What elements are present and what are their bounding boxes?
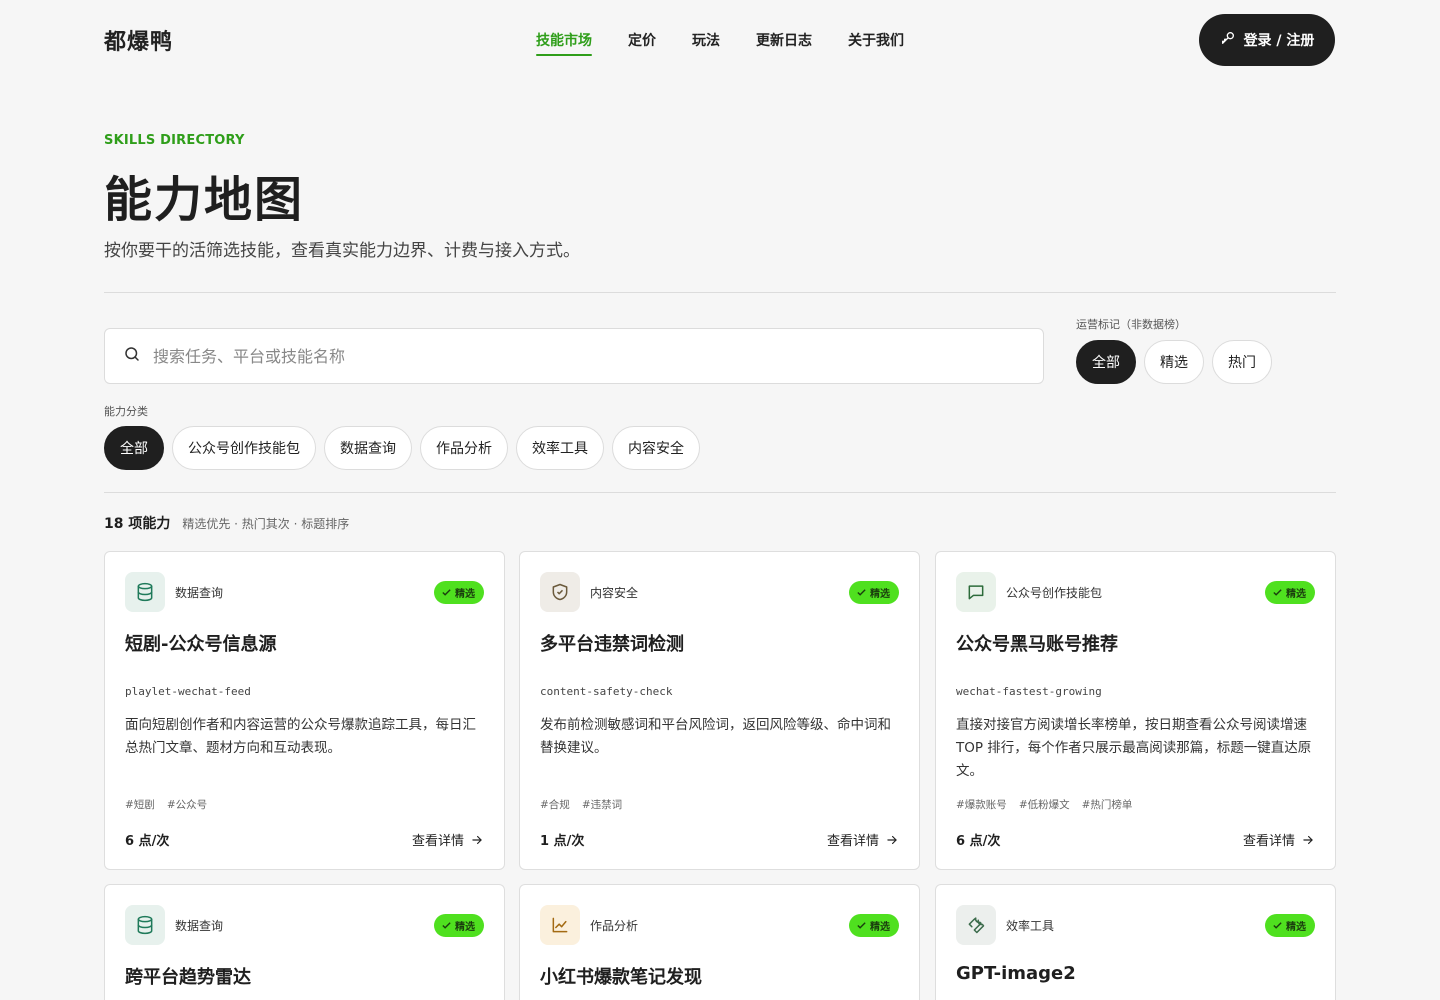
view-details-link[interactable]: 查看详情 [827,830,899,849]
card-category: 公众号创作技能包 [1006,586,1103,600]
category-filter-wechat-pack[interactable]: 公众号创作技能包 [172,426,316,470]
ops-filter-group: 全部 精选 热门 [1076,340,1272,384]
message-square-icon [956,572,996,612]
view-details-link[interactable]: 查看详情 [412,830,484,849]
ops-filter-hot[interactable]: 热门 [1212,340,1272,384]
login-register-button[interactable]: 登录 / 注册 [1199,14,1335,66]
filter-divider [104,492,1336,493]
skill-card[interactable]: 公众号创作技能包 精选 公众号黑马账号推荐 wechat-fastest-gro… [935,551,1336,870]
card-price: 6 点/次 [956,834,1001,849]
line-chart-icon [540,905,580,945]
shield-check-icon [540,572,580,612]
card-title[interactable]: 多平台违禁词检测 [540,630,684,656]
featured-badge: 精选 [1265,914,1315,937]
nav-item-gameplay[interactable]: 玩法 [692,30,720,56]
card-category: 效率工具 [1006,919,1055,933]
main-nav: 技能市场 定价 玩法 更新日志 关于我们 [536,30,904,56]
card-tags: #合规 #违禁词 [540,797,622,812]
card-category: 数据查询 [175,919,224,933]
category-filter-content-safety[interactable]: 内容安全 [612,426,700,470]
card-slug: wechat-fastest-growing [956,685,1102,698]
nav-item-pricing[interactable]: 定价 [628,30,656,56]
card-tag: #短剧 [125,799,155,811]
results-count: 18 项能力 [104,516,171,532]
hero-divider [104,292,1336,293]
arrow-right-icon [887,835,897,844]
check-icon [442,589,451,596]
check-icon [857,589,866,596]
database-icon [125,905,165,945]
section-eyebrow: SKILLS DIRECTORY [104,133,245,148]
card-category: 数据查询 [175,586,224,600]
card-slug: content-safety-check [540,685,673,698]
arrow-right-icon [472,835,482,844]
category-filter-label: 能力分类 [104,405,148,418]
category-filter-efficiency[interactable]: 效率工具 [516,426,604,470]
ops-filter-featured[interactable]: 精选 [1144,340,1204,384]
database-icon [125,572,165,612]
card-tag: #合规 [540,799,570,811]
skill-card[interactable]: 内容安全 精选 多平台违禁词检测 content-safety-check 发布… [519,551,920,870]
top-header: 都爆鸭 技能市场 定价 玩法 更新日志 关于我们 登录 / 注册 [0,0,1440,80]
card-category: 作品分析 [590,919,639,933]
nav-item-about[interactable]: 关于我们 [848,30,904,56]
featured-badge: 精选 [849,914,899,937]
key-icon [1220,30,1236,50]
check-icon [857,922,866,929]
card-title[interactable]: 小红书爆款笔记发现 [540,963,702,989]
skill-card[interactable]: 数据查询 精选 短剧-公众号信息源 playlet-wechat-feed 面向… [104,551,505,870]
check-icon [1273,922,1282,929]
card-description: 发布前检测敏感词和平台风险词，返回风险等级、命中词和替换建议。 [540,717,891,756]
category-filter-group: 全部 公众号创作技能包 数据查询 作品分析 效率工具 内容安全 [104,426,700,470]
ops-filter-all[interactable]: 全部 [1076,340,1136,384]
skill-card[interactable]: 作品分析 精选 小红书爆款笔记发现 [519,884,920,1000]
card-slug: playlet-wechat-feed [125,685,251,698]
ops-filter-label: 运营标记（非数据榜） [1076,318,1186,331]
category-filter-work-analysis[interactable]: 作品分析 [420,426,508,470]
search-icon [123,345,141,367]
card-tag: #违禁词 [581,799,623,811]
results-summary: 18 项能力 精选优先 · 热门其次 · 标题排序 [104,513,349,533]
check-icon [1273,589,1282,596]
skill-card[interactable]: 数据查询 精选 跨平台趋势雷达 [104,884,505,1000]
card-title[interactable]: GPT-image2 [956,963,1076,984]
card-tags: #短剧 #公众号 [125,797,207,812]
card-price: 1 点/次 [540,834,585,849]
card-title[interactable]: 跨平台趋势雷达 [125,963,251,989]
skill-card[interactable]: 效率工具 精选 GPT-image2 [935,884,1336,1000]
wrench-icon [956,905,996,945]
card-category: 内容安全 [590,586,639,600]
featured-badge: 精选 [849,581,899,604]
page-subtitle: 按你要干的活筛选技能，查看真实能力边界、计费与接入方式。 [104,241,580,261]
card-title[interactable]: 短剧-公众号信息源 [125,630,276,656]
category-filter-all[interactable]: 全部 [104,426,164,470]
card-tag: #公众号 [166,799,208,811]
featured-badge: 精选 [1265,581,1315,604]
arrow-right-icon [1303,835,1313,844]
nav-item-skills-market[interactable]: 技能市场 [536,30,592,56]
card-tag: #低粉爆文 [1018,799,1070,811]
card-price: 6 点/次 [125,834,170,849]
search-box[interactable] [104,328,1044,384]
search-input[interactable] [153,346,1013,366]
featured-badge: 精选 [434,581,484,604]
card-tag: #热门榜单 [1081,799,1133,811]
card-description: 面向短剧创作者和内容运营的公众号爆款追踪工具，每日汇总热门文章、题材方向和互动表… [125,717,476,756]
card-tag: #爆款账号 [956,799,1007,811]
featured-badge: 精选 [434,914,484,937]
card-description: 直接对接官方阅读增长率榜单，按日期查看公众号阅读增速 TOP 排行，每个作者只展… [956,717,1312,779]
sort-note: 精选优先 · 热门其次 · 标题排序 [182,517,350,531]
check-icon [442,922,451,929]
view-details-link[interactable]: 查看详情 [1243,830,1315,849]
card-tags: #爆款账号 #低粉爆文 #热门榜单 [956,797,1132,812]
category-filter-data-query[interactable]: 数据查询 [324,426,412,470]
page-title: 能力地图 [104,172,305,228]
brand-logo[interactable]: 都爆鸭 [104,24,173,56]
nav-item-changelog[interactable]: 更新日志 [756,30,812,56]
card-title[interactable]: 公众号黑马账号推荐 [956,630,1118,656]
login-label: 登录 / 注册 [1243,33,1315,49]
